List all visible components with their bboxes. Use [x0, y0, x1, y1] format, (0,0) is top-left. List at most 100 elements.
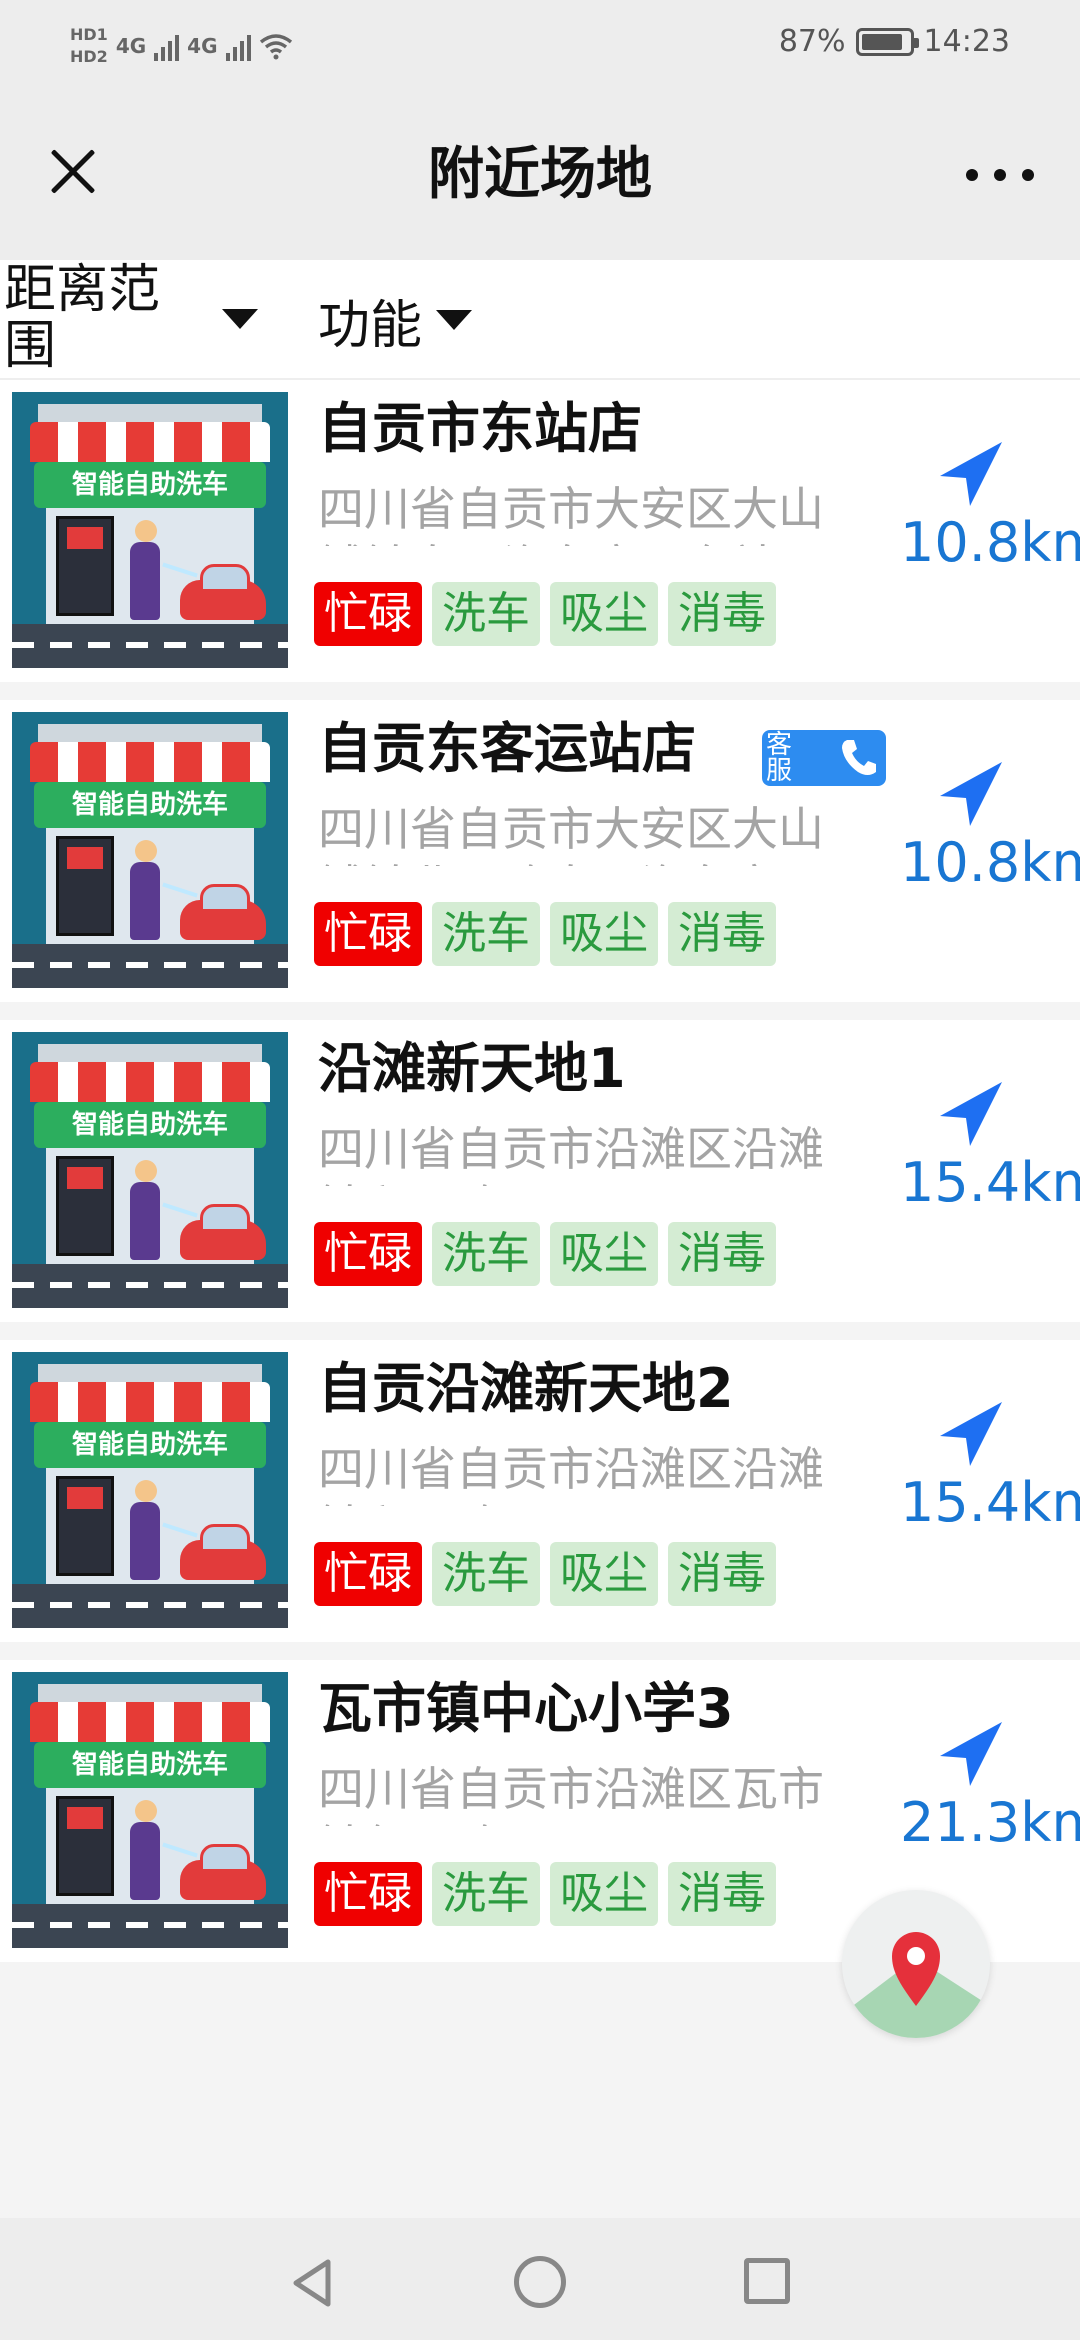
map-button[interactable]	[842, 1890, 990, 2038]
hd-indicator: HD1 HD2	[70, 24, 108, 68]
clock: 14:23	[923, 24, 1010, 59]
status-left: HD1 HD2 4G 4G	[70, 16, 293, 76]
address-line-1: 四川省自贡市沿滩区瓦市	[318, 1762, 824, 1816]
station-distance: 10.8km	[900, 831, 1080, 894]
station-card[interactable]: 智能自助洗车 自贡东客运站店 客服 四川省自贡市大安区大山 铺镇北环路自贡汽车客	[0, 700, 1080, 1002]
thumbnail-sign: 智能自助洗车	[34, 782, 266, 828]
address-line-2: 镇兴元路	[318, 1498, 878, 1506]
thumbnail-sign: 智能自助洗车	[34, 462, 266, 508]
customer-service-label: 客服	[766, 730, 793, 786]
function-tag: 洗车	[432, 902, 540, 966]
hd2-label: HD2	[70, 47, 108, 66]
busy-status-tag: 忙碌	[314, 582, 422, 646]
phone-icon	[842, 740, 876, 775]
station-tags: 忙碌 洗车 吸尘 消毒	[314, 582, 776, 646]
header: 附近场地	[0, 90, 1080, 260]
station-tags: 忙碌 洗车 吸尘 消毒	[314, 902, 776, 966]
address-line-2: 镇何石路	[318, 1818, 878, 1826]
address-line-1: 四川省自贡市大安区大山	[318, 802, 824, 856]
function-filter[interactable]: 功能	[318, 280, 473, 360]
busy-status-tag: 忙碌	[314, 1542, 422, 1606]
recent-apps-icon[interactable]	[744, 2258, 790, 2304]
status-right: 87% 14:23	[779, 24, 1010, 59]
station-address: 四川省自贡市大安区大山 铺镇自贡汽车客运东站	[318, 480, 878, 546]
distance-range-filter[interactable]: 距离范围	[0, 262, 270, 378]
navigate-icon[interactable]	[934, 440, 1004, 510]
busy-status-tag: 忙碌	[314, 1222, 422, 1286]
station-card[interactable]: 智能自助洗车 自贡沿滩新天地2 四川省自贡市沿滩区沿滩 镇兴元路 忙碌洗车吸尘消…	[0, 1340, 1080, 1642]
wifi-icon	[259, 34, 292, 60]
station-list: 智能自助洗车 自贡板仓加气站 四川省自贡市沿滩区卫坪 镇新源路 忙碌洗车吸尘消毒…	[0, 380, 1080, 1980]
station-tags: 忙碌 洗车 吸尘 消毒	[314, 1542, 776, 1606]
station-card[interactable]: 智能自助洗车 自贡市东站店 四川省自贡市大安区大山 铺镇自贡汽车客运东站 忙碌洗…	[0, 380, 1080, 682]
function-tag: 吸尘	[550, 902, 658, 966]
network-label-2: 4G	[187, 34, 218, 58]
function-label: 功能	[318, 295, 423, 356]
address-line-1: 四川省自贡市沿滩区沿滩	[318, 1442, 824, 1496]
station-address: 四川省自贡市沿滩区瓦市 镇何石路	[318, 1760, 878, 1826]
function-tag: 洗车	[432, 1542, 540, 1606]
function-tag: 吸尘	[550, 1222, 658, 1286]
dropdown-caret-icon	[436, 310, 473, 330]
function-tag: 消毒	[668, 1862, 776, 1926]
map-pin-icon	[892, 1932, 940, 2006]
function-tag: 吸尘	[550, 1862, 658, 1926]
station-distance: 21.3km	[900, 1791, 1080, 1854]
navigate-icon[interactable]	[934, 1400, 1004, 1470]
navigate-icon[interactable]	[934, 1720, 1004, 1790]
station-address: 四川省自贡市大安区大山 铺镇北环路自贡汽车客	[318, 800, 878, 866]
station-thumbnail: 智能自助洗车	[12, 1032, 288, 1308]
station-name: 瓦市镇中心小学3	[318, 1677, 734, 1740]
station-tags: 忙碌 洗车 吸尘 消毒	[314, 1222, 776, 1286]
customer-service-button[interactable]: 客服	[762, 730, 886, 786]
page-title: 附近场地	[428, 142, 652, 207]
station-name: 自贡沿滩新天地2	[318, 1357, 734, 1420]
station-address: 四川省自贡市沿滩区沿滩 镇兴元路	[318, 1120, 878, 1186]
hd1-label: HD1	[70, 25, 108, 44]
back-icon[interactable]	[290, 2258, 334, 2308]
station-distance: 10.8km	[900, 511, 1080, 574]
station-tags: 忙碌 洗车 吸尘 消毒	[314, 1862, 776, 1926]
system-nav-bar	[0, 2218, 1080, 2340]
station-name: 自贡东客运站店	[318, 717, 696, 780]
navigate-icon[interactable]	[934, 1080, 1004, 1150]
station-thumbnail: 智能自助洗车	[12, 712, 288, 988]
station-name: 沿滩新天地1	[318, 1037, 626, 1100]
function-tag: 洗车	[432, 1222, 540, 1286]
station-card[interactable]: 智能自助洗车 沿滩新天地1 四川省自贡市沿滩区沿滩 镇兴元路 忙碌洗车吸尘消毒 …	[0, 1020, 1080, 1322]
busy-status-tag: 忙碌	[314, 902, 422, 966]
function-tag: 消毒	[668, 902, 776, 966]
distance-range-label: 距离范围	[4, 260, 161, 376]
battery-tip	[913, 37, 919, 48]
dropdown-caret-icon	[222, 309, 258, 329]
battery-percent: 87%	[778, 24, 846, 59]
status-bar: HD1 HD2 4G 4G 87% 14:23	[0, 0, 1080, 90]
function-tag: 洗车	[432, 582, 540, 646]
station-thumbnail: 智能自助洗车	[12, 1352, 288, 1628]
station-distance: 15.4km	[900, 1151, 1080, 1214]
function-tag: 洗车	[432, 1862, 540, 1926]
station-thumbnail: 智能自助洗车	[12, 1672, 288, 1948]
signal-icon	[154, 31, 180, 61]
address-line-2: 铺镇北环路自贡汽车客	[318, 858, 878, 866]
function-tag: 吸尘	[550, 1542, 658, 1606]
function-tag: 消毒	[668, 1222, 776, 1286]
busy-status-tag: 忙碌	[314, 1862, 422, 1926]
thumbnail-sign: 智能自助洗车	[34, 1422, 266, 1468]
station-distance: 15.4km	[900, 1471, 1080, 1534]
address-line-2: 铺镇自贡汽车客运东站	[318, 538, 878, 546]
function-tag: 消毒	[668, 1542, 776, 1606]
battery-icon	[855, 27, 919, 56]
more-icon[interactable]	[960, 150, 1040, 200]
filter-bar: 距离范围 功能	[0, 260, 1080, 380]
signal-icon	[225, 31, 251, 61]
station-name: 自贡市东站店	[318, 397, 642, 460]
address-line-1: 四川省自贡市大安区大山	[318, 482, 824, 536]
home-icon[interactable]	[514, 2256, 566, 2308]
thumbnail-sign: 智能自助洗车	[34, 1742, 266, 1788]
battery-fill	[861, 33, 902, 50]
navigate-icon[interactable]	[934, 760, 1004, 830]
station-thumbnail: 智能自助洗车	[12, 392, 288, 668]
network-label-1: 4G	[115, 34, 147, 58]
function-tag: 吸尘	[550, 582, 658, 646]
